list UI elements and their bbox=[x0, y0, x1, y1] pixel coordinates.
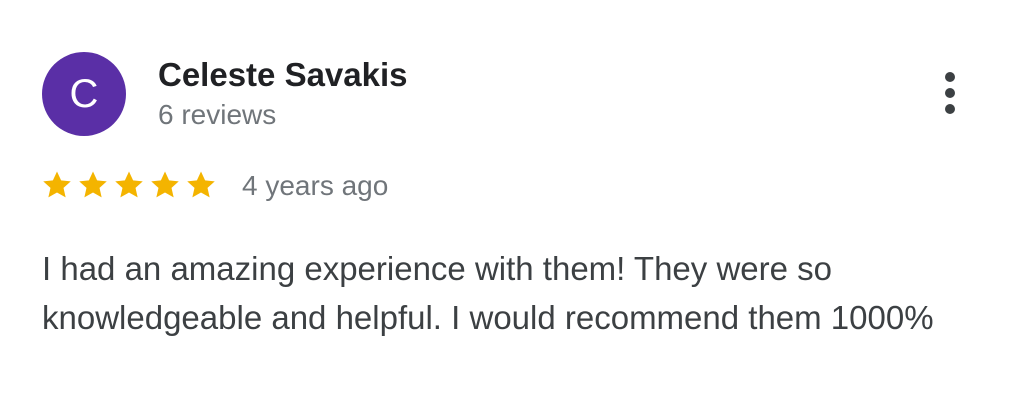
reviewer-name[interactable]: Celeste Savakis bbox=[158, 56, 408, 94]
review-text: I had an amazing experience with them! T… bbox=[42, 250, 934, 336]
review-date: 4 years ago bbox=[242, 170, 389, 201]
more-vert-icon-dot bbox=[945, 104, 955, 114]
review-count[interactable]: 6 reviews bbox=[158, 99, 276, 131]
review-card: C Celeste Savakis 6 reviews 4 years ago … bbox=[0, 0, 1024, 403]
more-options-button[interactable] bbox=[930, 68, 970, 118]
more-vert-icon-dot bbox=[945, 88, 955, 98]
star-icon bbox=[40, 168, 74, 202]
star-icon bbox=[76, 168, 110, 202]
more-vert-icon bbox=[945, 72, 955, 82]
avatar-initial: C bbox=[69, 71, 99, 116]
star-icon bbox=[148, 168, 182, 202]
star-rating bbox=[40, 168, 218, 204]
star-icon bbox=[184, 168, 218, 202]
star-icon bbox=[112, 168, 146, 202]
avatar[interactable]: C bbox=[42, 52, 126, 136]
